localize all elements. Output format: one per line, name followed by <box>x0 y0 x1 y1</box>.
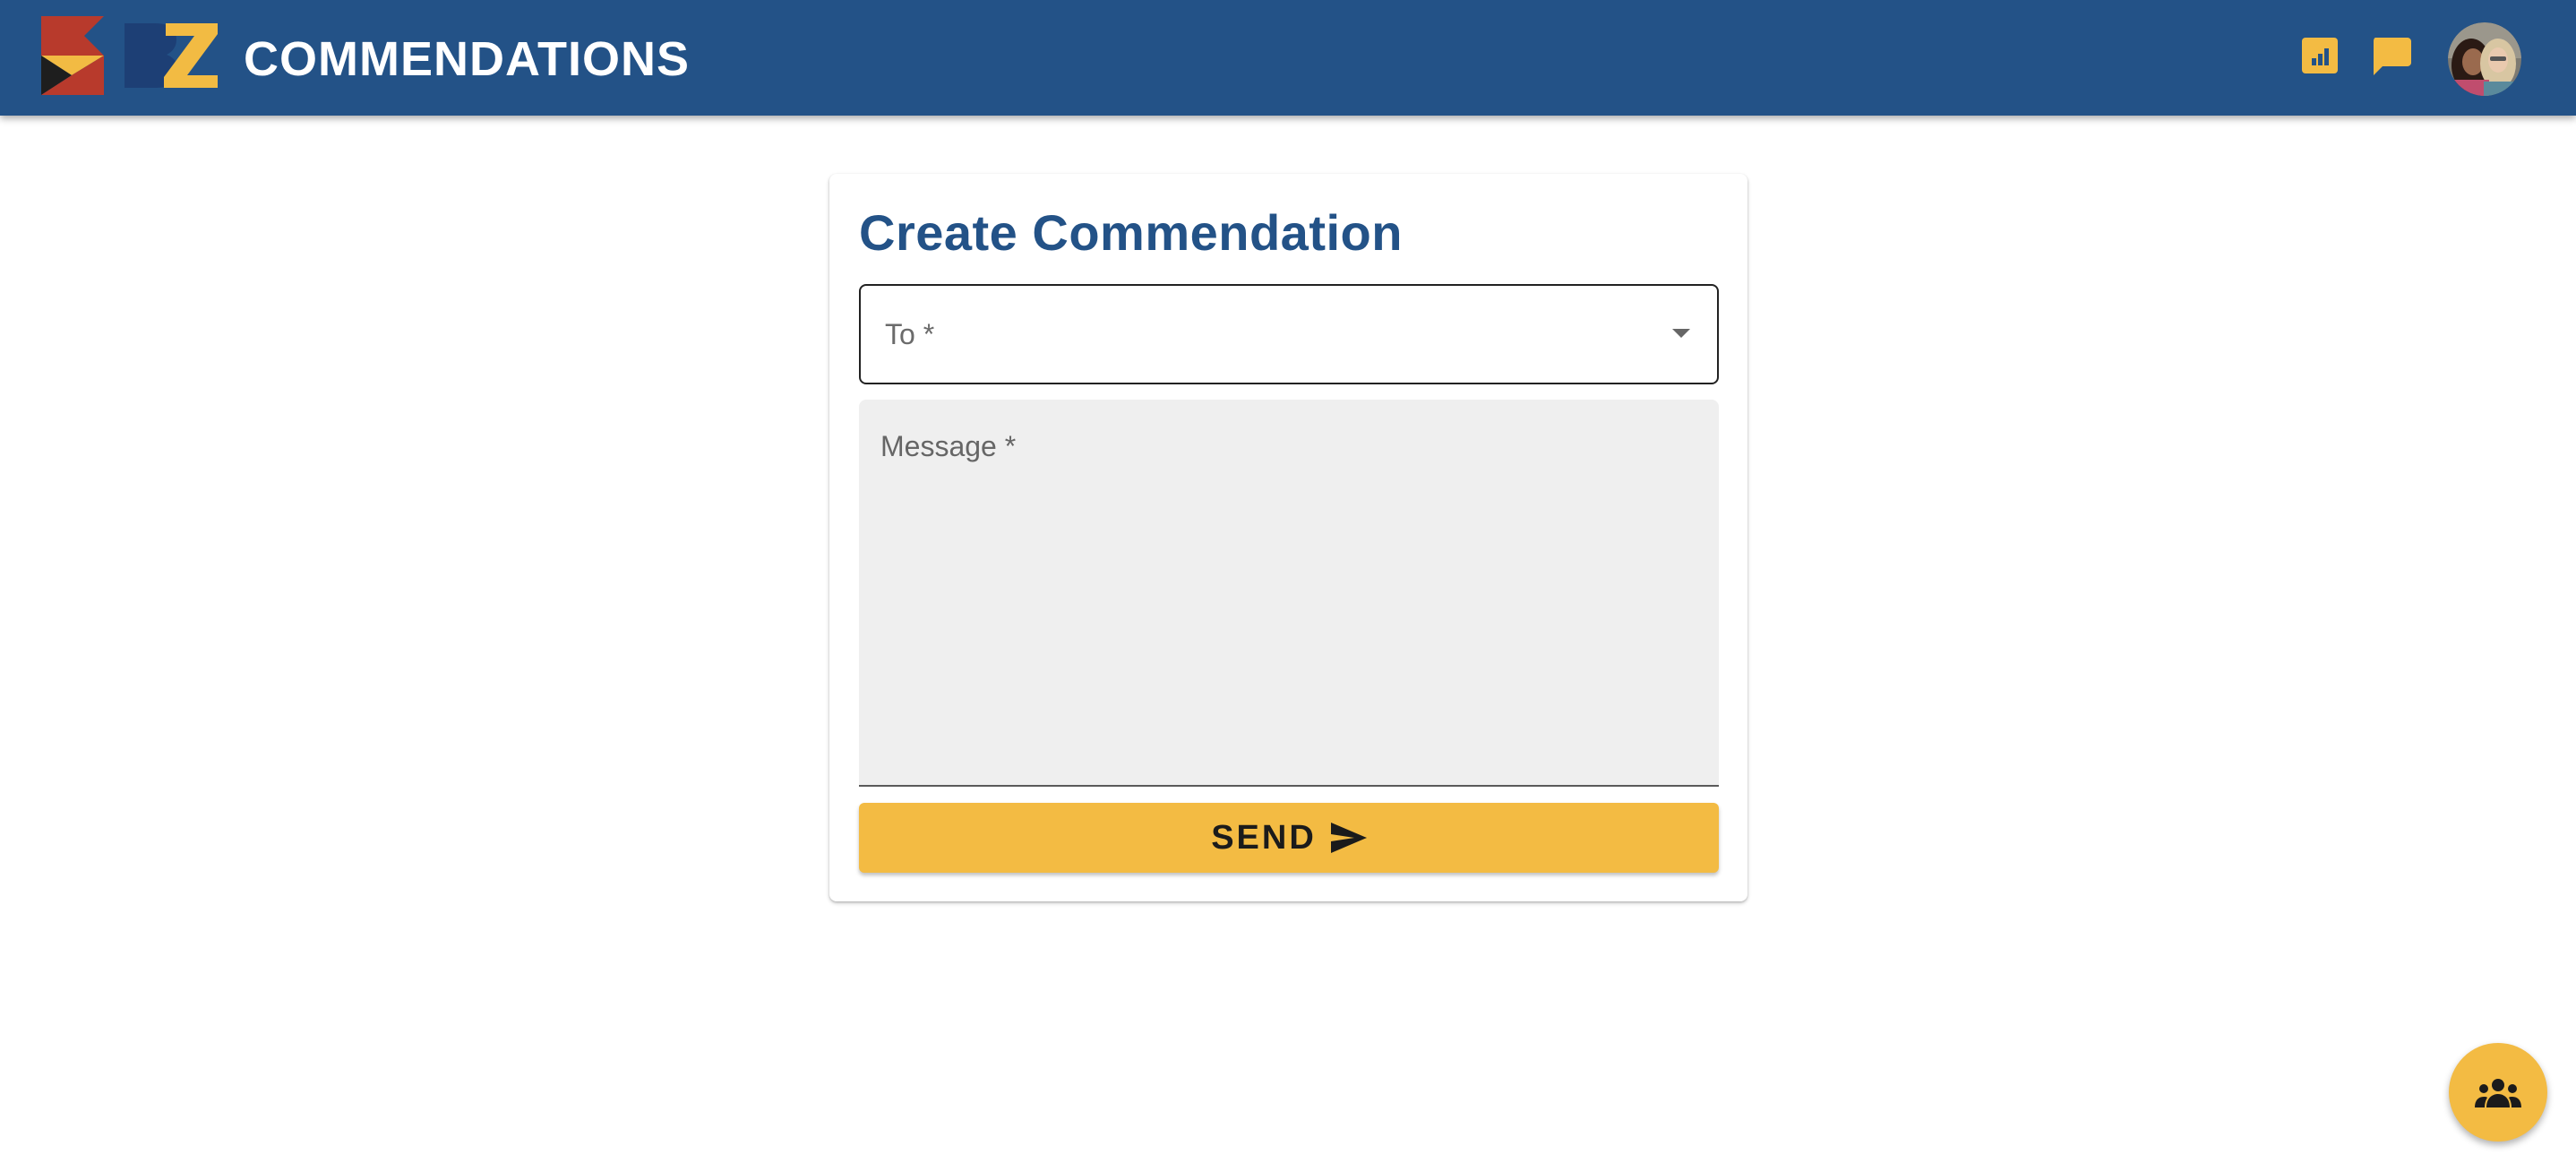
groups-people-icon <box>2475 1079 2521 1107</box>
to-field-label: To * <box>885 318 935 350</box>
create-commendation-card: Create Commendation To * Message * SEND <box>829 174 1747 901</box>
dropdown-arrow-icon[interactable] <box>1672 329 1690 338</box>
send-button[interactable]: SEND <box>859 803 1719 873</box>
page-title: Create Commendation <box>859 204 1403 261</box>
app-header: COMMENDATIONS <box>0 0 2576 116</box>
send-arrow-icon <box>1330 823 1367 853</box>
bz-letters-logo-icon[interactable] <box>125 23 218 88</box>
groups-fab-button[interactable] <box>2449 1043 2547 1142</box>
user-avatar-photo <box>2448 22 2521 96</box>
message-field-label: Message * <box>880 430 1017 462</box>
user-avatar[interactable] <box>2448 22 2521 96</box>
chat-bubble-icon[interactable] <box>2372 36 2411 75</box>
to-recipient-select[interactable]: To * <box>859 284 1719 384</box>
send-button-label: SEND <box>1211 819 1317 857</box>
message-field[interactable]: Message * <box>859 400 1719 787</box>
app-title: COMMENDATIONS <box>244 32 690 86</box>
message-textarea[interactable] <box>879 471 1699 767</box>
leaderboard-chart-icon[interactable] <box>2302 38 2338 73</box>
bz-flag-logo-icon[interactable] <box>41 16 104 95</box>
